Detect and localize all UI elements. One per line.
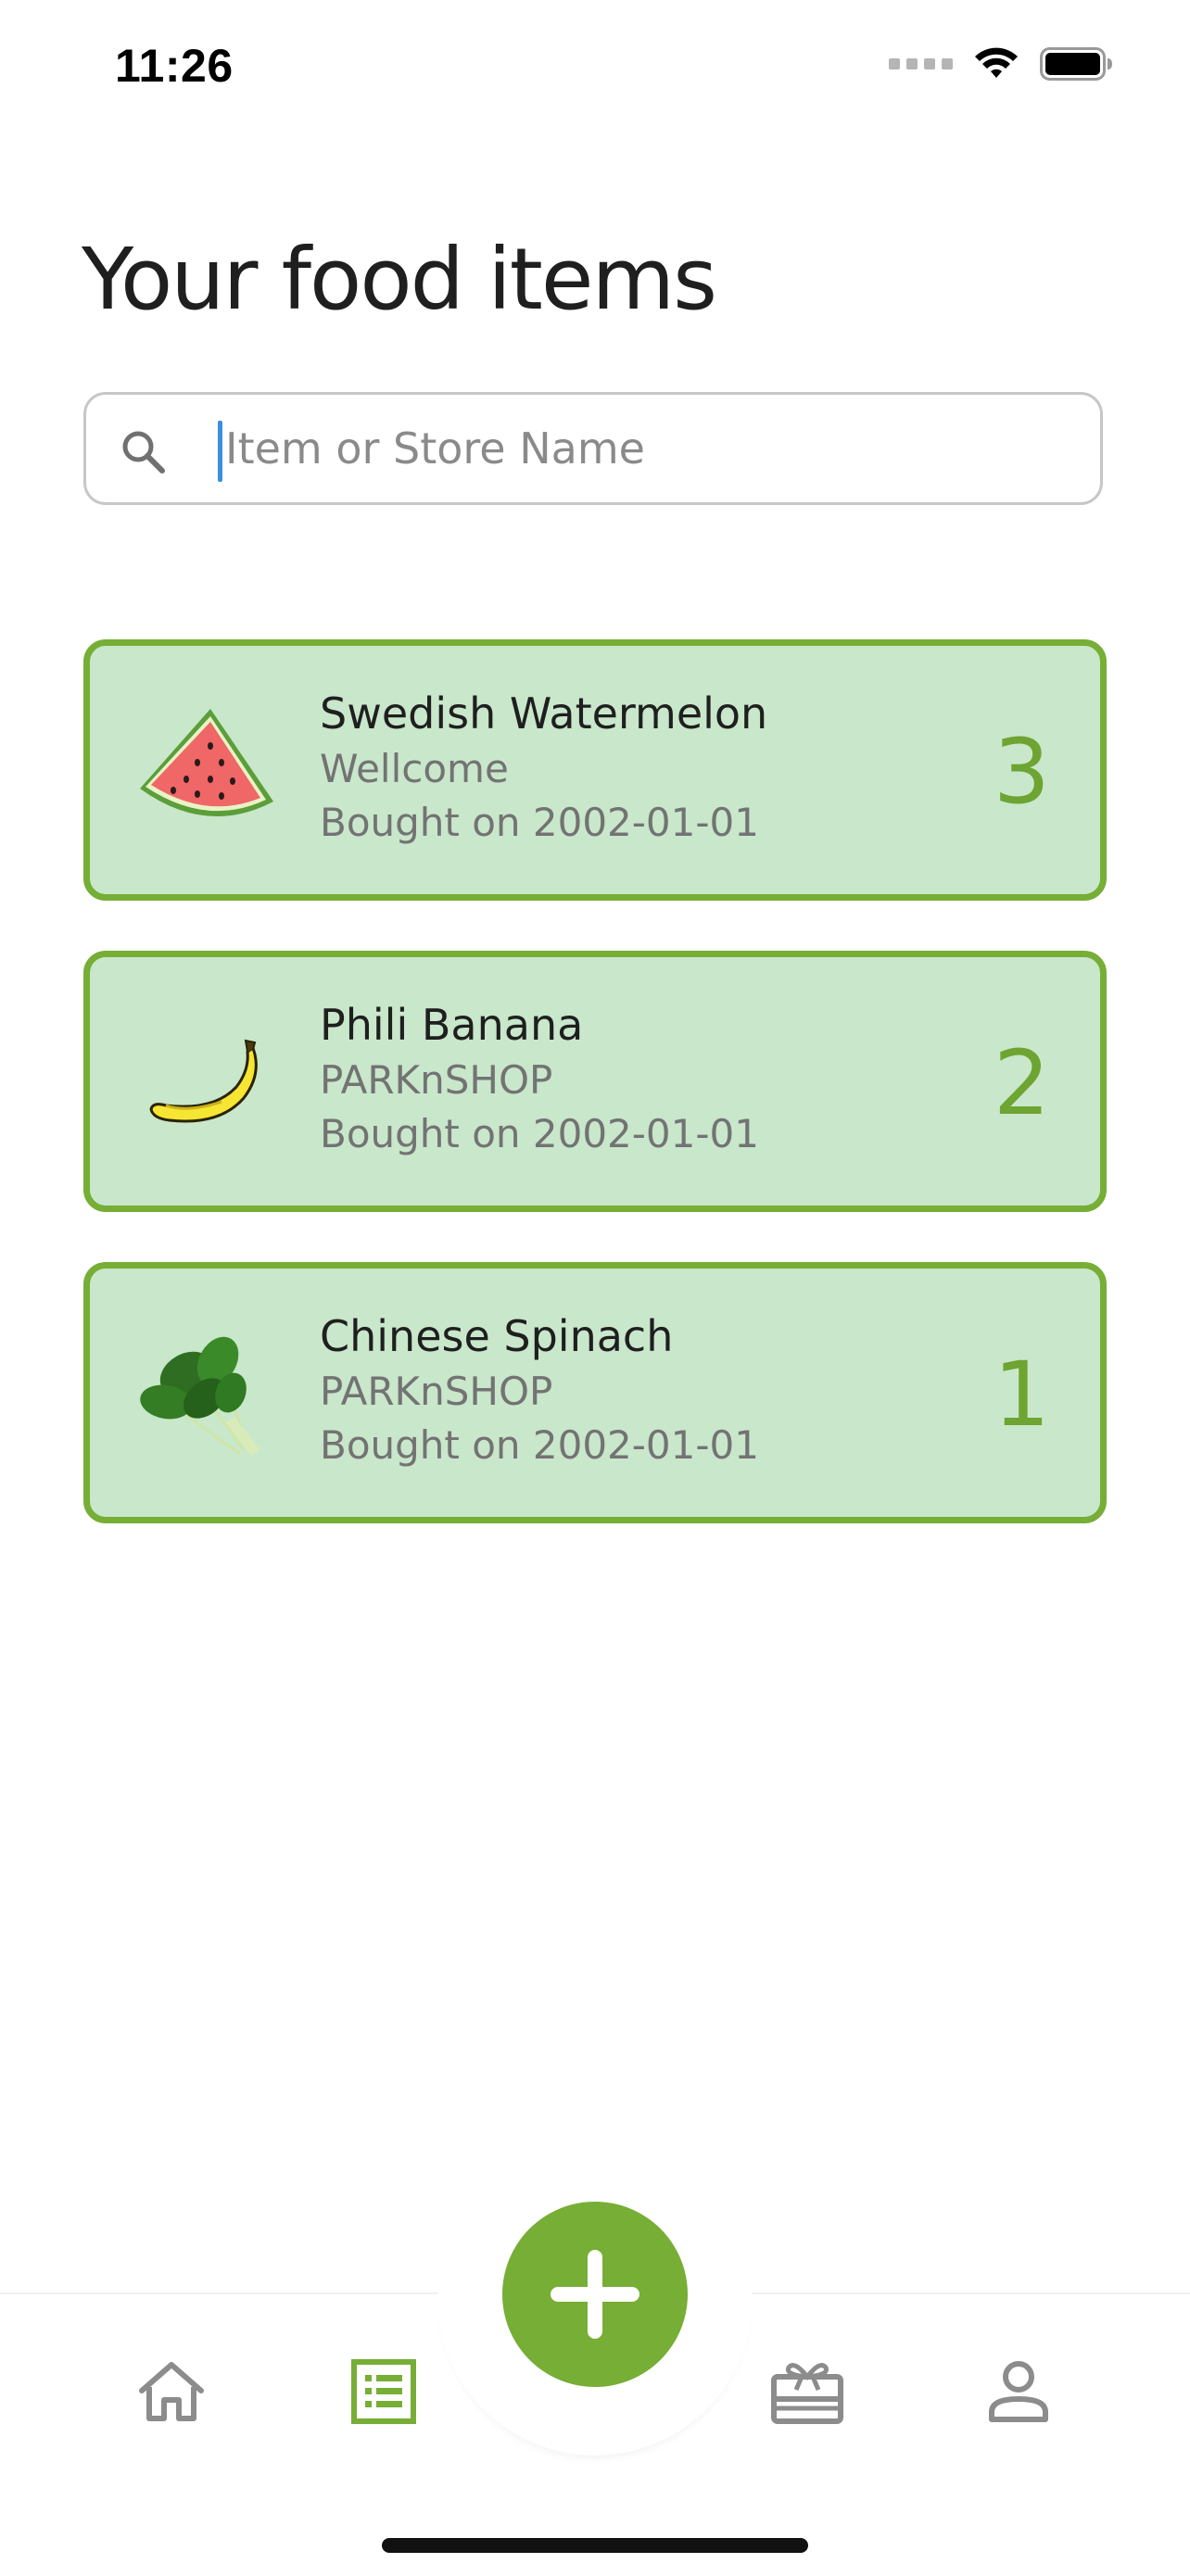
nav-rewards-button[interactable]: [766, 2350, 849, 2433]
food-item-text: Phili Banana PARKnSHOP Bought on 2002-01…: [320, 996, 759, 1161]
banana-image: [149, 1039, 258, 1123]
home-indicator: [382, 2538, 808, 2553]
spinach-image: [140, 1336, 260, 1456]
wifi-icon: [975, 47, 1018, 78]
status-icons: [889, 46, 1114, 82]
food-item-store: PARKnSHOP: [320, 1057, 553, 1103]
search-icon: [122, 431, 165, 474]
search-box[interactable]: [83, 392, 1103, 505]
food-item-quantity: 3: [993, 720, 1050, 824]
food-item-name: Phili Banana: [320, 1000, 584, 1050]
food-item-text: Swedish Watermelon Wellcome Bought on 20…: [320, 685, 767, 850]
food-item-card[interactable]: Swedish Watermelon Wellcome Bought on 20…: [83, 639, 1107, 901]
add-icon: [551, 2250, 639, 2339]
food-item-date: Bought on 2002-01-01: [320, 1422, 759, 1468]
home-icon: [139, 2362, 204, 2421]
nav-home-button[interactable]: [130, 2350, 213, 2433]
food-item-card[interactable]: Chinese Spinach PARKnSHOP Bought on 2002…: [83, 1262, 1107, 1523]
food-item-name: Swedish Watermelon: [320, 688, 768, 739]
add-item-button[interactable]: [502, 2202, 688, 2387]
food-list: Swedish Watermelon Wellcome Bought on 20…: [83, 639, 1107, 1573]
food-item-store: PARKnSHOP: [320, 1369, 553, 1414]
cellular-signal-icon: [889, 58, 953, 69]
food-item-date: Bought on 2002-01-01: [320, 1111, 759, 1156]
nav-list-button[interactable]: [342, 2350, 425, 2433]
food-item-quantity: 1: [993, 1343, 1050, 1446]
page-title: Your food items: [82, 230, 717, 329]
gift-card-icon: [771, 2363, 843, 2424]
list-icon: [351, 2359, 416, 2424]
profile-icon: [989, 2361, 1048, 2422]
text-cursor: [218, 421, 222, 482]
nav-profile-button[interactable]: [977, 2350, 1060, 2433]
food-item-name: Chinese Spinach: [320, 1311, 674, 1361]
status-time: 11:26: [115, 40, 234, 92]
watermelon-image: [140, 709, 273, 817]
search-input[interactable]: [225, 415, 1059, 482]
food-item-store: Wellcome: [320, 746, 509, 791]
food-item-date: Bought on 2002-01-01: [320, 800, 759, 845]
status-bar: 11:26: [0, 0, 1190, 130]
battery-icon: [1040, 47, 1112, 81]
food-item-text: Chinese Spinach PARKnSHOP Bought on 2002…: [320, 1307, 759, 1472]
food-item-card[interactable]: Phili Banana PARKnSHOP Bought on 2002-01…: [83, 951, 1107, 1212]
food-item-quantity: 2: [993, 1031, 1050, 1135]
